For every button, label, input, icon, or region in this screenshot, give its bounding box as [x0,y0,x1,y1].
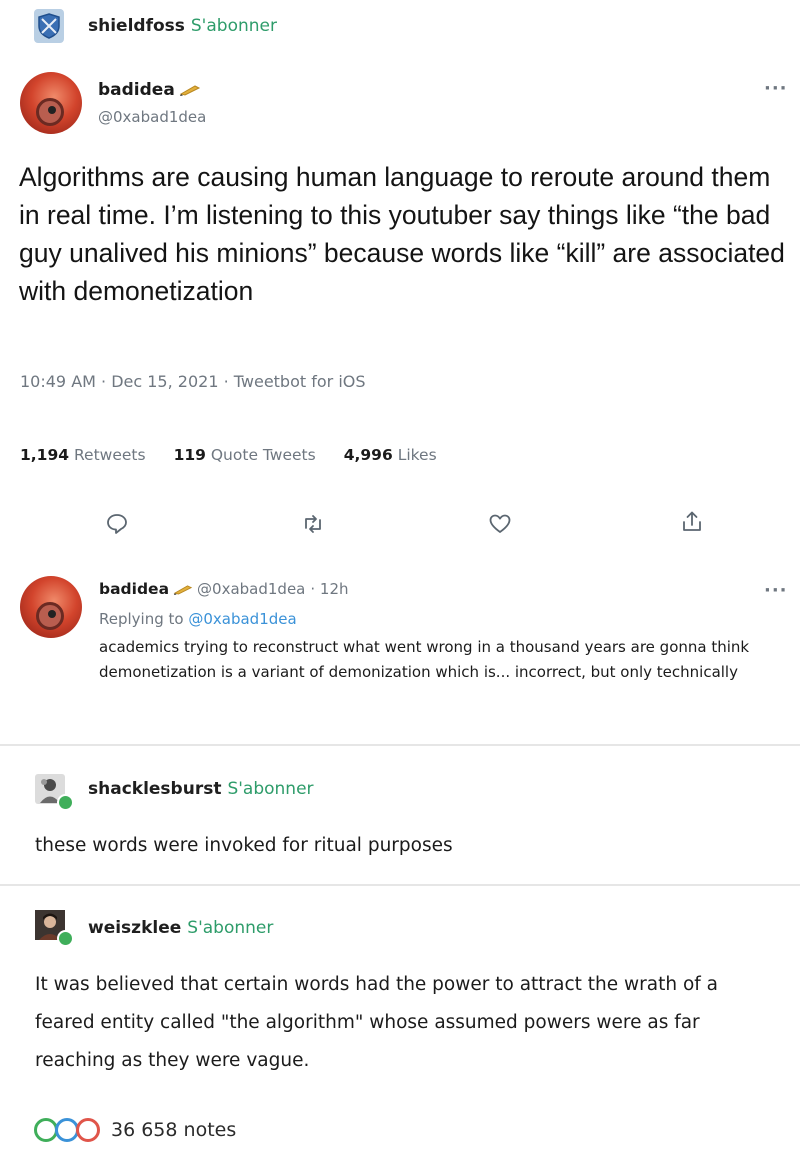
follow-badge-icon [57,794,74,811]
follow-button[interactable]: S'abonner [227,779,313,799]
reply-author-name[interactable]: badidea [99,580,169,598]
likes-stat[interactable]: 4,996 Likes [344,446,437,464]
tweet-author-line: badidea [98,80,201,100]
tweet-author-name[interactable]: badidea [98,80,175,100]
retweet-icon[interactable] [301,512,325,536]
reblog2-header: weiszklee S'abonner [88,918,273,938]
username[interactable]: shieldfoss [88,16,185,36]
share-icon[interactable] [680,510,704,534]
reblog1-header: shacklesburst S'abonner [88,779,314,799]
follow-badge-icon [57,930,74,947]
more-dots-icon[interactable]: ··· [764,78,788,99]
retweets-stat[interactable]: 1,194 Retweets [20,446,146,464]
tweet-meta: 10:49 AM · Dec 15, 2021 · Tweetbot for i… [20,372,366,391]
like-note-icon [76,1118,100,1142]
replying-to-link[interactable]: @0xabad1dea [188,610,296,628]
reblog2-text: It was believed that certain words had t… [35,974,719,1071]
tweet-author-avatar[interactable] [20,72,82,134]
reply-more-dots-icon[interactable]: ··· [764,580,788,601]
reply-text: academics trying to reconstruct what wen… [99,638,750,681]
tweet-stats: 1,194 Retweets 119 Quote Tweets 4,996 Li… [20,446,465,464]
replying-to: Replying to @0xabad1dea [99,610,297,628]
reply-icon[interactable] [105,512,129,536]
username[interactable]: shacklesburst [88,779,221,799]
divider [0,884,800,886]
tweet-author-handle[interactable]: @0xabad1dea [98,108,206,126]
username[interactable]: weiszklee [88,918,181,938]
like-icon[interactable] [488,512,512,536]
follow-button[interactable]: S'abonner [187,918,273,938]
reply-author-handle[interactable]: @0xabad1dea [197,580,305,598]
pencil-icon [173,584,193,595]
reply-time: · 12h [310,580,349,598]
notes-row[interactable]: 36 658 notes [34,1118,236,1142]
reply-author-line: badidea @0xabad1dea · 12h [99,580,349,598]
notes-count[interactable]: 36 658 notes [111,1119,236,1141]
follow-button[interactable]: S'abonner [191,16,277,36]
top-post-header: shieldfoss S'abonner [88,16,277,36]
tweet-text: Algorithms are causing human language to… [19,162,785,306]
shieldfoss-avatar[interactable] [34,9,64,43]
reblog1-text: these words were invoked for ritual purp… [35,835,453,856]
shield-icon [38,13,60,39]
quote-tweets-stat[interactable]: 119 Quote Tweets [174,446,316,464]
divider [0,744,800,746]
pencil-icon [179,85,200,96]
reply-author-avatar[interactable] [20,576,82,638]
